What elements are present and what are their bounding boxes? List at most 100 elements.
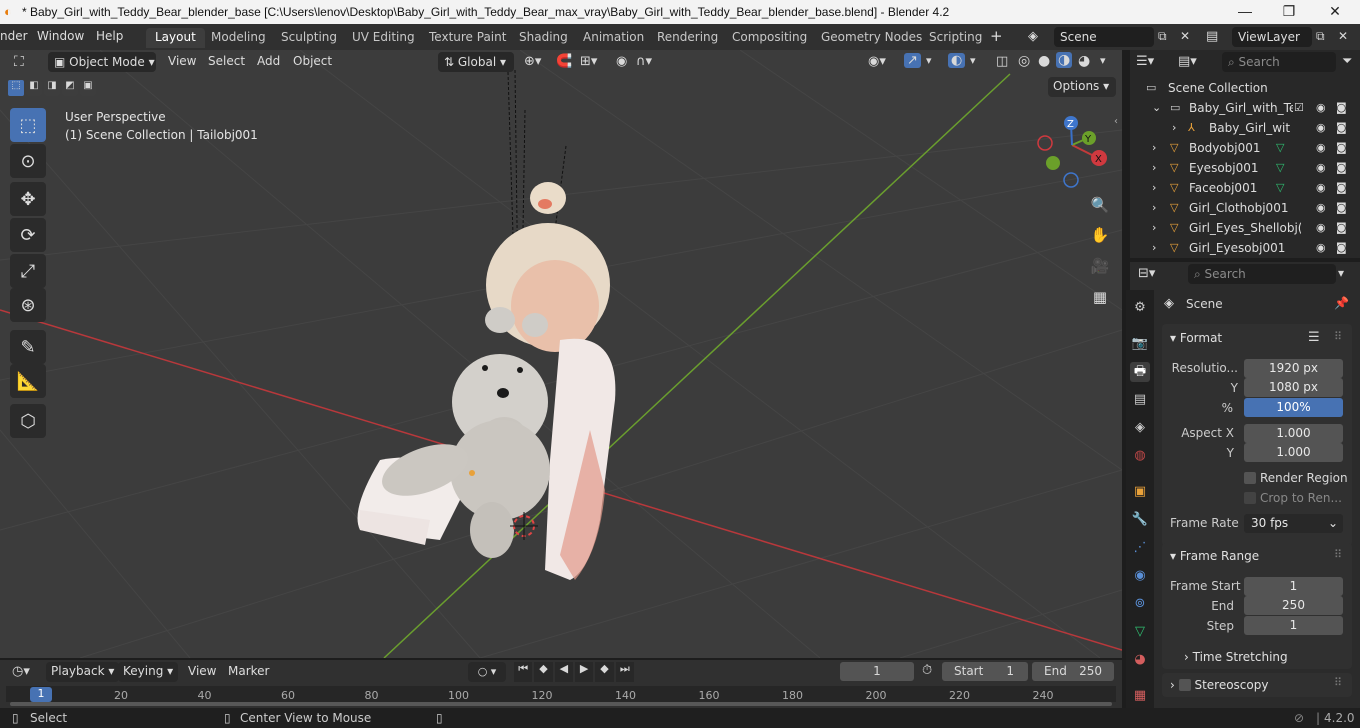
render-region-checkbox[interactable] — [1244, 472, 1256, 484]
tab-scripting[interactable]: Scripting — [920, 28, 991, 48]
mode-dropdown[interactable]: ▣ Object Mode ▾ — [48, 52, 156, 72]
outliner-item[interactable]: › ▽ Girl_Eyes_Shellobj(◉ ◙ — [1130, 218, 1360, 238]
stereoscopy-header[interactable]: › Stereoscopy — [1170, 677, 1268, 692]
menu-file[interactable]: nder — [0, 29, 28, 43]
camera-render-icon[interactable]: ◙ — [1336, 161, 1347, 174]
outliner-search-input[interactable]: ⌕ Search — [1222, 52, 1336, 72]
camera-render-icon[interactable]: ◙ — [1336, 121, 1347, 134]
tab-uv-editing[interactable]: UV Editing — [343, 28, 424, 48]
properties-options-icon[interactable]: ▾ — [1338, 266, 1344, 280]
tab-geometry-nodes[interactable]: Geometry Nodes — [812, 28, 931, 48]
timeline-scrollbar[interactable] — [10, 702, 1112, 706]
falloff-icon[interactable]: ∩▾ — [636, 54, 652, 69]
zoom-view-button[interactable]: 🔍 — [1087, 192, 1113, 218]
select-new-icon[interactable]: ⬚ — [8, 80, 24, 96]
drag-handle-icon[interactable]: ⠿ — [1334, 330, 1342, 343]
snap-target-icon[interactable]: ⊞▾ — [580, 54, 597, 69]
viewlayer-name-field[interactable]: ViewLayer — [1232, 27, 1312, 47]
play-reverse-icon[interactable]: ◀ — [554, 662, 573, 682]
editor-type-icon[interactable]: ⛶ — [14, 54, 24, 70]
menu-help[interactable]: Help — [96, 29, 123, 43]
world-tab-icon[interactable]: ◍ — [1130, 446, 1150, 466]
sidebar-toggle-icon[interactable]: ‹ — [1114, 116, 1118, 127]
tab-compositing[interactable]: Compositing — [723, 28, 816, 48]
playback-menu[interactable]: Playback ▾ — [46, 662, 120, 682]
maximize-button[interactable]: ❐ — [1266, 0, 1312, 24]
ortho-toggle-button[interactable]: ▦ — [1087, 284, 1113, 310]
expand-icon[interactable]: › — [1152, 161, 1156, 174]
3d-viewport[interactable]: X Y Z ⛶ ▣ Object Mode ▾ View Select Add … — [0, 50, 1122, 658]
gizmo-dropdown-icon[interactable]: ▾ — [926, 54, 932, 67]
add-cube-tool[interactable]: ⬡ — [10, 404, 46, 438]
menu-view[interactable]: View — [163, 52, 201, 72]
shading-dropdown-icon[interactable]: ▾ — [1100, 54, 1106, 67]
annotate-tool[interactable]: ✎ — [10, 330, 46, 364]
properties-editor-icon[interactable]: ⊟▾ — [1138, 266, 1155, 281]
filter-icon[interactable]: ⏷ — [1342, 54, 1352, 69]
outliner-item[interactable]: › ▽ Faceobj001 ▽ ◉ ◙ — [1130, 178, 1360, 198]
jump-end-icon[interactable]: ⏭ — [615, 662, 634, 682]
pivot-icon[interactable]: ⊕▾ — [524, 54, 541, 69]
expand-icon[interactable]: › — [1152, 241, 1156, 254]
select-intersect-icon[interactable]: ▣ — [80, 80, 96, 96]
timeline-editor-icon[interactable]: ◷▾ — [12, 664, 30, 679]
select-invert-icon[interactable]: ◩ — [62, 80, 78, 96]
modifier-tab-icon[interactable]: 🔧 — [1130, 510, 1150, 530]
tab-rendering[interactable]: Rendering — [648, 28, 727, 48]
data-tab-icon[interactable]: ▽ — [1130, 622, 1150, 642]
outliner-item[interactable]: › ⅄ Baby_Girl_with_ ◉ ◙ — [1130, 118, 1360, 138]
timeline-view-menu[interactable]: View — [183, 662, 221, 682]
tab-layout[interactable]: Layout — [146, 28, 205, 48]
scene-icon[interactable]: ◈ — [1028, 29, 1038, 44]
scene-name-field[interactable]: Scene — [1054, 27, 1154, 47]
camera-render-icon[interactable]: ◙ — [1336, 141, 1347, 154]
tab-texture-paint[interactable]: Texture Paint — [420, 28, 515, 48]
menu-object[interactable]: Object — [288, 52, 337, 72]
start-frame-field[interactable]: Start 1 — [942, 662, 1028, 681]
frame-start-field[interactable]: 1 — [1244, 577, 1343, 596]
jump-start-icon[interactable]: ⏮ — [514, 662, 533, 682]
expand-icon[interactable]: › — [1152, 201, 1156, 214]
expand-icon[interactable]: › — [1152, 141, 1156, 154]
add-workspace-icon[interactable]: + — [990, 27, 1003, 45]
delete-scene-icon[interactable]: ✕ — [1180, 29, 1190, 43]
new-scene-icon[interactable]: ⧉ — [1158, 29, 1167, 44]
wireframe-shading-icon[interactable]: ◎ — [1018, 53, 1030, 69]
properties-search-input[interactable]: ⌕ Search — [1188, 264, 1336, 284]
select-box-tool[interactable]: ⬚ — [10, 108, 46, 142]
eye-icon[interactable]: ◉ — [1316, 181, 1326, 194]
expand-icon[interactable]: › — [1172, 121, 1176, 134]
physics-tab-icon[interactable]: ◉ — [1130, 566, 1150, 586]
particles-tab-icon[interactable]: ⋰ — [1130, 538, 1150, 558]
select-subtract-icon[interactable]: ◨ — [44, 80, 60, 96]
proportional-edit-icon[interactable]: ◉ — [616, 54, 627, 69]
frame-step-field[interactable]: 1 — [1244, 616, 1343, 635]
eye-icon[interactable]: ◉ — [1316, 241, 1326, 254]
transform-tool[interactable]: ⊛ — [10, 288, 46, 322]
tab-shading[interactable]: Shading — [510, 28, 577, 48]
resolution-y-field[interactable]: 1080 px — [1244, 378, 1343, 397]
tab-sculpting[interactable]: Sculpting — [272, 28, 346, 48]
current-frame-field[interactable]: 1 — [840, 662, 914, 681]
outliner-item[interactable]: › ▽ Girl_Eyesobj001 ◉ ◙ — [1130, 238, 1360, 258]
rotate-tool[interactable]: ⟳ — [10, 218, 46, 252]
camera-render-icon[interactable]: ◙ — [1336, 181, 1347, 194]
xray-icon[interactable]: ◫ — [996, 54, 1008, 69]
pan-view-button[interactable]: ✋ — [1087, 222, 1113, 248]
expand-icon[interactable]: › — [1152, 181, 1156, 194]
solid-shading-icon[interactable]: ● — [1038, 53, 1050, 69]
frame-end-field[interactable]: 250 — [1244, 596, 1343, 615]
presets-icon[interactable]: ☰ — [1308, 330, 1320, 345]
minimize-button[interactable]: — — [1222, 0, 1268, 24]
eye-icon[interactable]: ◉ — [1316, 121, 1326, 134]
constraints-tab-icon[interactable]: ⊚ — [1130, 594, 1150, 614]
menu-window[interactable]: Window — [37, 29, 84, 43]
camera-render-icon[interactable]: ◙ — [1336, 201, 1347, 214]
keying-menu[interactable]: Keying ▾ — [118, 662, 179, 682]
format-panel-header[interactable]: ▾ Format — [1170, 331, 1222, 345]
crop-checkbox[interactable] — [1244, 492, 1256, 504]
resolution-percent-field[interactable]: 100% — [1244, 398, 1343, 417]
overlays-dropdown-icon[interactable]: ▾ — [970, 54, 976, 67]
rendered-shading-icon[interactable]: ◕ — [1078, 53, 1090, 69]
eye-icon[interactable]: ◉ — [1316, 141, 1326, 154]
